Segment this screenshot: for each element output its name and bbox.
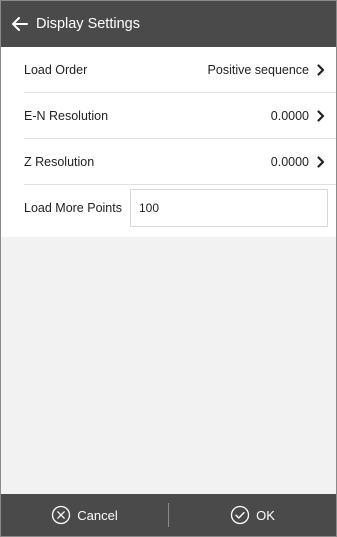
back-button[interactable] xyxy=(10,14,30,34)
load-more-points-input[interactable]: 100 xyxy=(129,189,328,227)
settings-list: Load Order Positive sequence E-N Resolut… xyxy=(1,47,336,237)
page-title: Display Settings xyxy=(36,16,140,32)
footer-bar: Cancel OK xyxy=(1,494,336,536)
ok-label: OK xyxy=(256,507,275,523)
z-resolution-value: 0.0000 xyxy=(270,154,309,169)
list-bottom-padding xyxy=(1,231,336,237)
z-resolution-row[interactable]: Z Resolution 0.0000 xyxy=(1,139,336,184)
z-resolution-label: Z Resolution xyxy=(24,154,95,169)
chevron-right-icon xyxy=(317,63,327,76)
chevron-right-icon xyxy=(317,109,327,122)
ok-button[interactable]: OK xyxy=(169,494,336,536)
en-resolution-value: 0.0000 xyxy=(270,108,309,123)
load-more-points-label: Load More Points xyxy=(24,201,122,215)
load-order-row[interactable]: Load Order Positive sequence xyxy=(1,47,336,92)
load-more-points-row: Load More Points 100 xyxy=(1,185,336,231)
cancel-label: Cancel xyxy=(77,507,118,523)
display-settings-screen: Display Settings Load Order Positive seq… xyxy=(0,0,337,537)
load-order-label: Load Order xyxy=(24,62,88,77)
en-resolution-label: E-N Resolution xyxy=(24,108,109,123)
en-resolution-row[interactable]: E-N Resolution 0.0000 xyxy=(1,93,336,138)
header-bar: Display Settings xyxy=(1,1,336,47)
load-order-value: Positive sequence xyxy=(207,62,309,77)
chevron-right-icon xyxy=(317,155,327,168)
cancel-button[interactable]: Cancel xyxy=(1,494,168,536)
cancel-circle-icon xyxy=(52,505,71,525)
check-circle-icon xyxy=(230,505,250,525)
arrow-left-icon xyxy=(12,17,28,31)
